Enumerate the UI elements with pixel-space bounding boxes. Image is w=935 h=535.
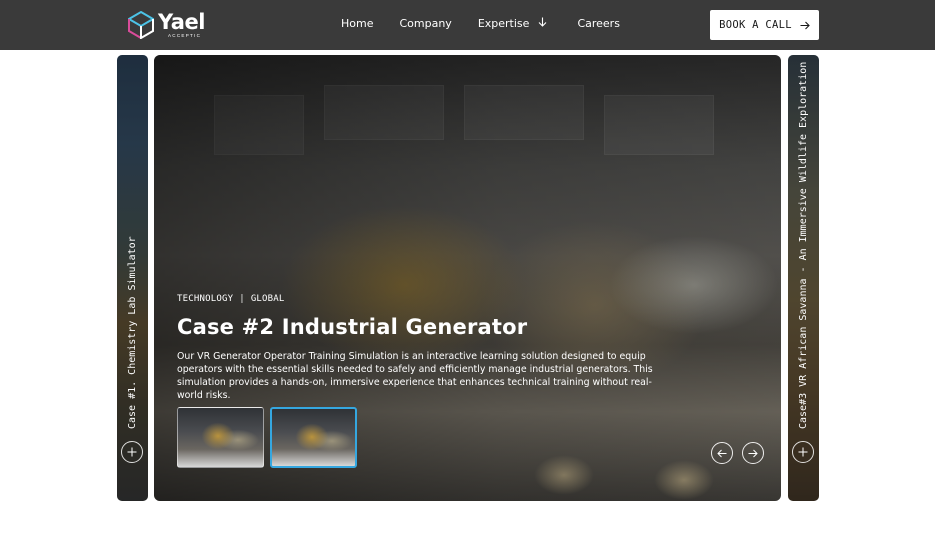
book-a-call-label: BOOK A CALL <box>719 19 792 31</box>
prev-slide-button[interactable] <box>711 442 733 464</box>
arrow-right-icon <box>748 449 758 457</box>
arrow-down-icon <box>538 17 547 30</box>
case-description: Our VR Generator Operator Training Simul… <box>177 351 653 401</box>
main-nav: Home Company Expertise Careers <box>341 17 620 30</box>
nav-item-home[interactable]: Home <box>341 17 373 30</box>
arrow-left-icon <box>717 449 727 457</box>
nav-item-expertise[interactable]: Expertise <box>478 17 548 30</box>
case-slide-active: TECHNOLOGY | GLOBAL Case #2 Industrial G… <box>154 55 781 501</box>
plus-icon <box>798 447 808 457</box>
logo[interactable]: Yael ACCEPTIC <box>128 11 205 39</box>
expand-case-right-button[interactable] <box>792 441 814 463</box>
case-thumbnail-2-selected[interactable] <box>270 407 357 468</box>
case-thumbnail-1[interactable] <box>177 407 264 468</box>
nav-item-careers[interactable]: Careers <box>577 17 620 30</box>
next-slide-button[interactable] <box>742 442 764 464</box>
nav-item-company[interactable]: Company <box>399 17 451 30</box>
tag-separator: | <box>239 294 245 304</box>
plus-icon <box>127 447 137 457</box>
case-panel-right-label: Case#3 VR African Savanna - An Immersive… <box>797 61 809 429</box>
case-panel-left-label: Case #1. Chemistry Lab Simulator <box>126 236 138 429</box>
case-panel-right[interactable]: Case#3 VR African Savanna - An Immersive… <box>788 55 819 501</box>
logo-cube-icon <box>128 11 154 39</box>
tag-technology: TECHNOLOGY <box>177 294 234 304</box>
logo-subtitle: ACCEPTIC <box>168 32 202 38</box>
book-a-call-button[interactable]: BOOK A CALL <box>710 10 819 40</box>
expand-case-left-button[interactable] <box>121 441 143 463</box>
case-title: Case #2 Industrial Generator <box>177 315 528 339</box>
site-header: Yael ACCEPTIC Home Company Expertise Car… <box>0 0 935 50</box>
case-tags: TECHNOLOGY | GLOBAL <box>177 294 285 304</box>
logo-wordmark: Yael <box>158 9 205 34</box>
tag-global: GLOBAL <box>250 294 285 304</box>
arrow-right-icon <box>800 21 810 29</box>
case-panel-left[interactable]: Case #1. Chemistry Lab Simulator <box>117 55 148 501</box>
nav-item-expertise-label: Expertise <box>477 17 530 30</box>
